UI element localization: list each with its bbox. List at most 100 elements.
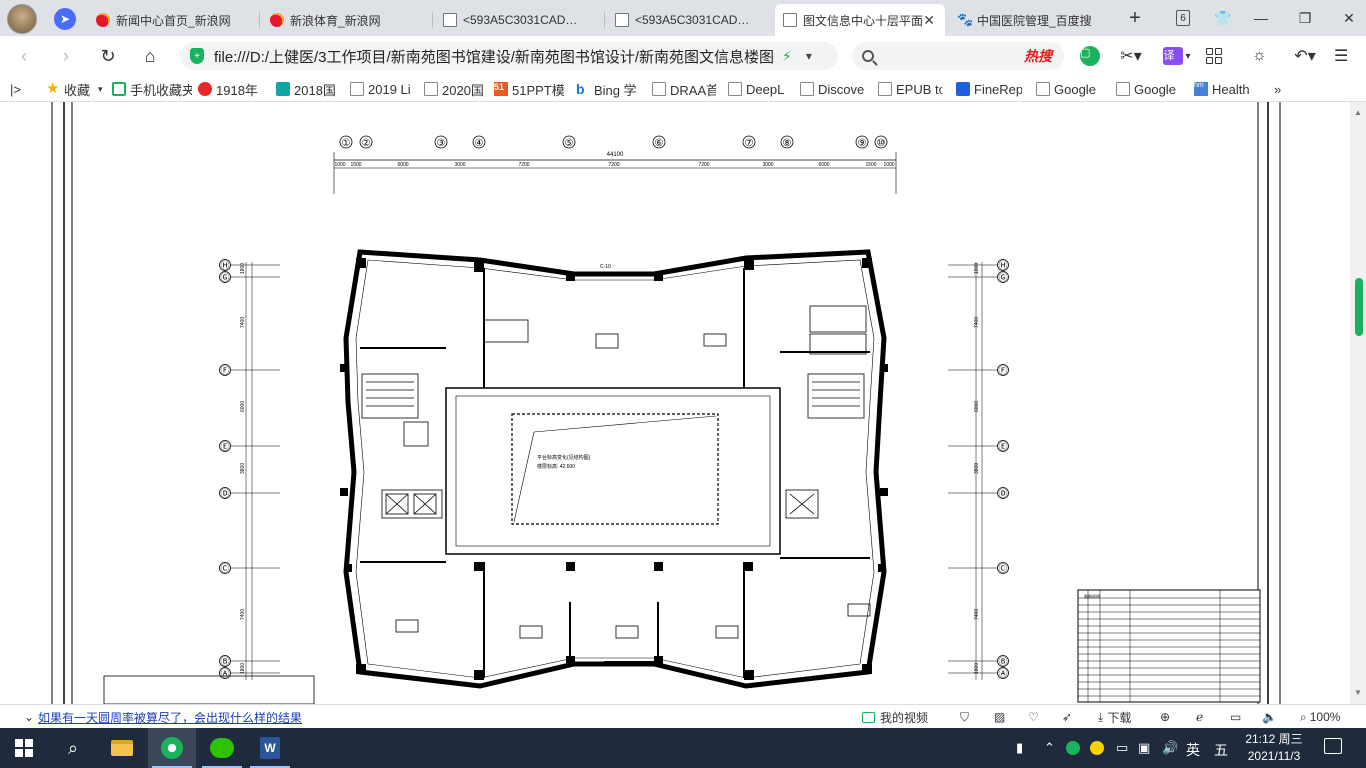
- document-icon: [783, 13, 797, 27]
- axis-number: ⑧: [783, 138, 792, 149]
- bookmark-item[interactable]: 2019 Li: [350, 80, 412, 98]
- tab-4-active[interactable]: 图文信息中心十层平面 ✕: [775, 4, 945, 36]
- image-icon[interactable]: ▨: [994, 709, 1005, 725]
- system-clock[interactable]: 21:12 周三 2021/11/3: [1236, 731, 1312, 765]
- word-icon: W: [260, 737, 280, 759]
- maximize-button[interactable]: ❐: [1290, 6, 1320, 30]
- my-video-button[interactable]: 我的视频: [862, 709, 928, 725]
- document-viewer[interactable]: 44100 ① ② ③ ④ ⑤ ⑥ ⑦ ⑧ ⑨ ⑩ 1000 1500 6000…: [0, 102, 1350, 704]
- volume-icon[interactable]: 🔊: [1162, 740, 1178, 756]
- page-icon: [1036, 82, 1050, 96]
- menu-icon[interactable]: ☰: [1334, 45, 1348, 67]
- new-tab-button[interactable]: +: [1120, 6, 1150, 30]
- home-button[interactable]: ⌂: [138, 44, 162, 68]
- bookmark-item[interactable]: hm Health: [1194, 80, 1258, 98]
- scroll-up-arrow-icon[interactable]: ▲: [1354, 108, 1362, 117]
- speaker-icon[interactable]: 🔈: [1262, 709, 1277, 725]
- tab-3[interactable]: <593A5C3031CAD…: [607, 4, 773, 36]
- scissors-icon[interactable]: ✂▾: [1116, 45, 1146, 67]
- bookmark-mobile[interactable]: 手机收藏夹: [112, 80, 192, 98]
- url-field[interactable]: + file:///D:/上健医/3工作项目/新南苑图书馆建设/新南苑图书馆设计…: [180, 42, 838, 70]
- hot-search-label[interactable]: 热搜: [1024, 46, 1052, 66]
- tab-5[interactable]: 🐾 中国医院管理_百度搜: [949, 4, 1111, 36]
- bookmark-item[interactable]: 2020国: [424, 80, 486, 98]
- axis-letter: Ⓐ: [998, 669, 1007, 679]
- wechat-button[interactable]: [198, 728, 246, 768]
- dim-value: 1000: [883, 162, 894, 168]
- notification-icon[interactable]: [1324, 738, 1342, 754]
- minimize-button[interactable]: —: [1246, 6, 1276, 30]
- bookmark-item[interactable]: 1918年: [198, 80, 264, 98]
- browser-360-button[interactable]: [148, 728, 196, 768]
- atrium-label: 平台标高变化(见结构图): [537, 454, 591, 461]
- tab-list-button[interactable]: 6: [1168, 6, 1198, 30]
- translate-button[interactable]: 译 ▾: [1160, 45, 1194, 67]
- dim-value: 1500: [350, 162, 361, 168]
- bookmark-item[interactable]: FineRep: [956, 80, 1022, 98]
- tab-0[interactable]: 新闻中心首页_新浪网: [88, 4, 256, 36]
- usb-icon[interactable]: ▭: [1116, 740, 1128, 756]
- skin-icon[interactable]: 👕: [1208, 6, 1238, 30]
- bookmark-item[interactable]: Google: [1036, 80, 1100, 98]
- ime-language[interactable]: 英: [1186, 740, 1200, 760]
- extension-green-button[interactable]: ▢: [1080, 45, 1100, 67]
- axis-letter: Ⓒ: [220, 564, 229, 574]
- file-explorer-button[interactable]: [98, 728, 146, 768]
- start-button[interactable]: [0, 728, 48, 768]
- brightness-icon[interactable]: ☼: [1252, 45, 1267, 67]
- bookmark-item[interactable]: 2018国: [276, 80, 340, 98]
- bookmark-item[interactable]: Discove: [800, 80, 864, 98]
- chevron-down-icon[interactable]: ▾: [806, 49, 812, 63]
- download-button[interactable]: ⤓ 下载: [1098, 709, 1131, 725]
- ime-mode[interactable]: 五: [1214, 740, 1228, 760]
- bookmark-favorites[interactable]: ★ 收藏 ▾: [46, 80, 106, 98]
- ie-icon[interactable]: ℯ: [1196, 709, 1203, 725]
- forward-button[interactable]: ›: [54, 44, 78, 68]
- scroll-down-arrow-icon[interactable]: ▼: [1354, 688, 1362, 697]
- more-bookmarks-icon[interactable]: »: [1274, 80, 1281, 98]
- network-icon[interactable]: ▣: [1138, 740, 1150, 756]
- shield-icon[interactable]: ⛉: [960, 709, 969, 725]
- axis-letter-bubbles: Ⓗ Ⓖ Ⓕ Ⓔ Ⓓ Ⓒ Ⓑ Ⓐ Ⓗ Ⓖ Ⓕ Ⓔ Ⓓ Ⓒ Ⓑ Ⓐ: [219, 259, 1009, 679]
- news-headline-link[interactable]: 如果有一天圆周率被算尽了，会出现什么样的结果: [38, 709, 302, 725]
- battery-icon[interactable]: ▮: [1016, 740, 1023, 756]
- rocket-icon[interactable]: ➶: [1062, 709, 1072, 725]
- lightning-icon[interactable]: ⚡: [782, 48, 792, 65]
- sidebar-toggle-icon[interactable]: |>: [10, 80, 21, 98]
- 360-tray-icon[interactable]: [1066, 741, 1080, 755]
- back-button[interactable]: ‹: [12, 44, 36, 68]
- scrollbar-thumb[interactable]: [1355, 278, 1363, 336]
- close-icon[interactable]: ✕: [923, 12, 935, 29]
- refresh-button[interactable]: ↻: [96, 44, 120, 68]
- taskbar-search-icon[interactable]: ⌕: [50, 728, 96, 768]
- location-arrow-icon[interactable]: ➤: [54, 8, 76, 30]
- bookmark-item[interactable]: b Bing 学: [576, 80, 640, 98]
- word-button[interactable]: W: [246, 728, 294, 768]
- heart-icon[interactable]: ♡: [1028, 709, 1039, 725]
- user-avatar[interactable]: [7, 4, 37, 34]
- tab-1[interactable]: 新浪体育_新浪网: [262, 4, 430, 36]
- window-icon[interactable]: ▭: [1230, 709, 1241, 725]
- axis-letter: Ⓓ: [998, 489, 1007, 499]
- axis-letter: Ⓒ: [998, 564, 1007, 574]
- apps-grid-icon[interactable]: [1206, 45, 1222, 67]
- bookmark-item[interactable]: Google: [1116, 80, 1180, 98]
- axis-number: ③: [437, 138, 446, 149]
- bookmark-item[interactable]: EPUB to: [878, 80, 942, 98]
- axis-letter: Ⓑ: [220, 657, 229, 667]
- tab-2[interactable]: <593A5C3031CAD…: [435, 4, 601, 36]
- undo-icon[interactable]: ↶▾: [1290, 45, 1320, 67]
- chevron-down-icon[interactable]: ⌄: [24, 709, 34, 725]
- structural-columns: [340, 258, 888, 680]
- zoom-control[interactable]: ⌕ 100%: [1300, 709, 1340, 725]
- bookmark-item[interactable]: 51 51PPT模: [494, 80, 564, 98]
- search-input[interactable]: 热搜: [852, 42, 1064, 70]
- tab-title: 中国医院管理_百度搜: [977, 13, 1092, 28]
- game-icon[interactable]: ⊕: [1160, 709, 1170, 725]
- bookmark-item[interactable]: DeepL: [728, 80, 788, 98]
- bookmark-item[interactable]: DRAA首: [652, 80, 716, 98]
- plus-tray-icon[interactable]: [1090, 741, 1104, 755]
- close-window-button[interactable]: ✕: [1334, 6, 1364, 30]
- vertical-scrollbar[interactable]: ▲ ▼: [1350, 102, 1366, 704]
- chevron-up-icon[interactable]: ⌃: [1044, 740, 1055, 756]
